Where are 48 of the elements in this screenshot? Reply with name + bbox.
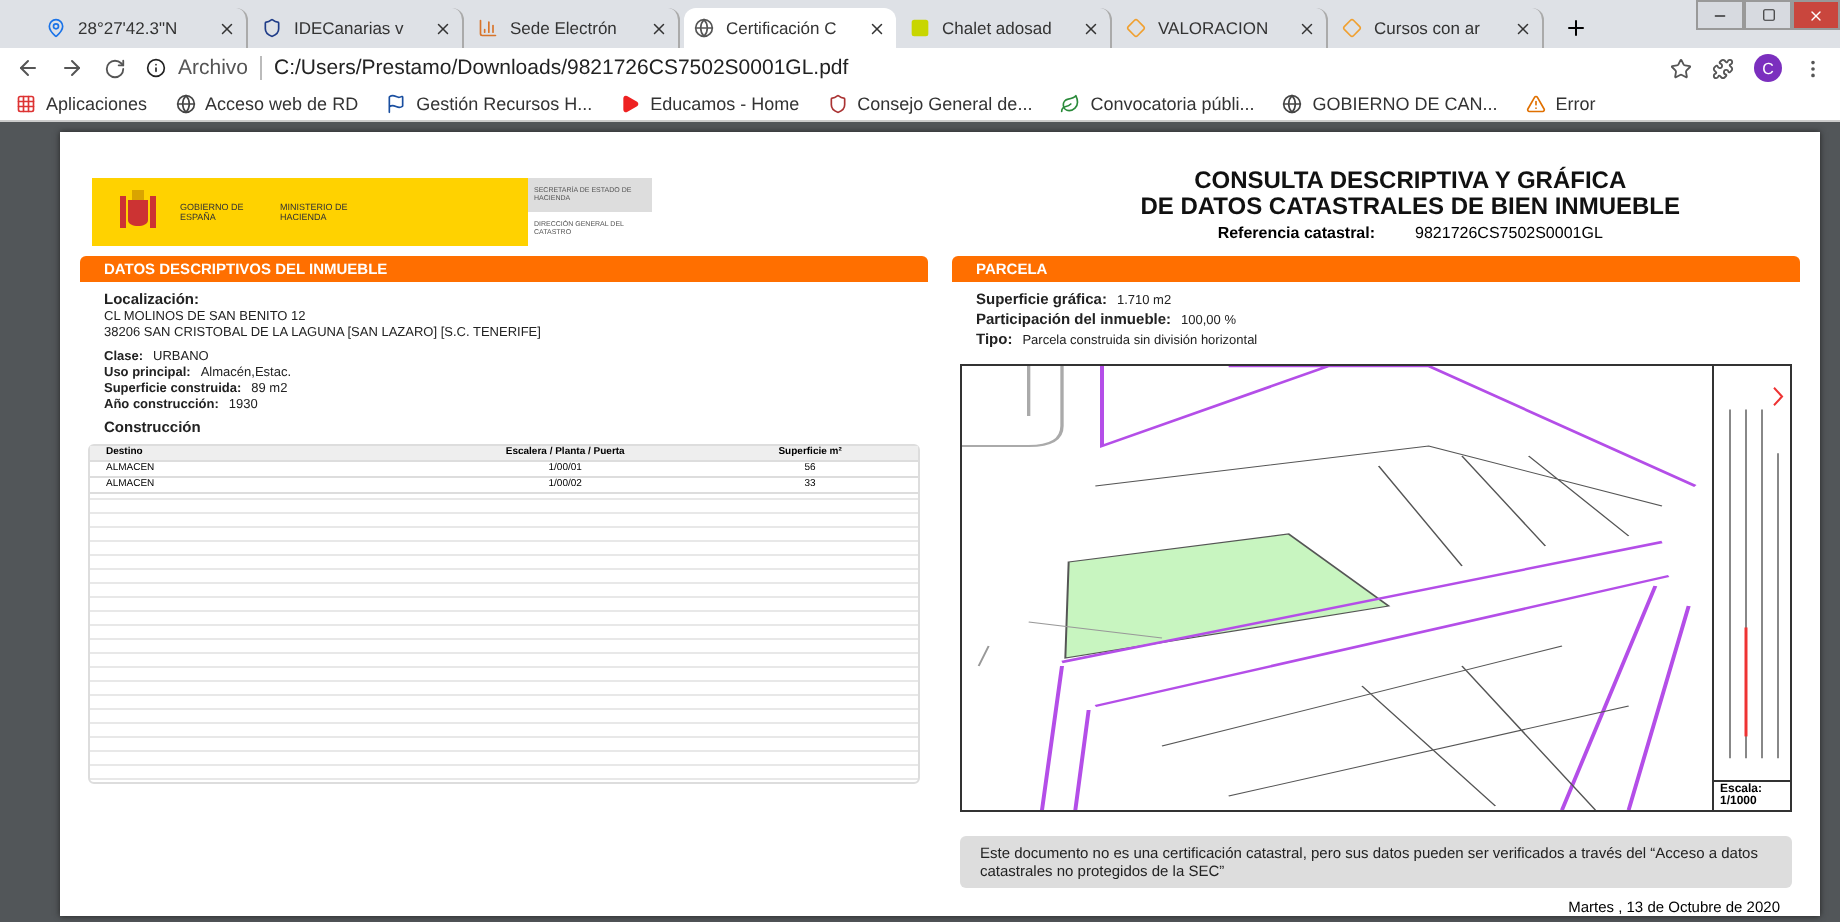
bookmark[interactable]: Error xyxy=(1525,94,1596,114)
document-title: CONSULTA DESCRIPTIVA Y GRÁFICA xyxy=(1194,168,1627,194)
star-icon[interactable] xyxy=(1670,57,1692,79)
profile-avatar[interactable]: C xyxy=(1754,54,1782,82)
bookmark[interactable]: Aplicaciones xyxy=(16,94,148,114)
close-icon[interactable] xyxy=(1514,19,1532,37)
diamond-icon xyxy=(1342,18,1362,38)
close-icon[interactable] xyxy=(650,19,668,37)
square-icon xyxy=(910,18,930,38)
bookmark[interactable]: Educamos - Home xyxy=(620,94,800,114)
chart-icon xyxy=(478,18,498,38)
diamond-icon xyxy=(1126,18,1146,38)
leaf-icon xyxy=(1060,94,1081,114)
bookmark[interactable]: Consejo General de... xyxy=(827,94,1033,114)
scheme-label: Archivo xyxy=(178,56,263,80)
globe-icon xyxy=(694,18,714,38)
warning-icon xyxy=(1525,94,1546,114)
forward-icon[interactable] xyxy=(60,56,84,80)
apps-icon xyxy=(16,94,36,114)
shield-icon xyxy=(827,94,848,114)
address-field[interactable]: C:/Users/Prestamo/Downloads/9821726CS7502S0001GL.pdf xyxy=(274,56,849,80)
close-icon[interactable] xyxy=(868,19,886,37)
maximize-icon xyxy=(1761,8,1775,22)
shield-icon xyxy=(262,18,282,38)
extensions-icon[interactable] xyxy=(1712,57,1734,79)
flag-icon xyxy=(386,94,407,114)
maximize-button[interactable] xyxy=(1744,0,1792,30)
close-icon[interactable] xyxy=(1298,19,1316,37)
browser-tab[interactable]: Certificación C xyxy=(684,8,896,48)
reference-label: Referencia catastral: xyxy=(1217,224,1376,242)
close-icon[interactable] xyxy=(1082,19,1100,37)
close-icon xyxy=(1808,7,1824,23)
bookmark[interactable]: GOBIERNO DE CAN... xyxy=(1282,94,1498,114)
document-title: DE DATOS CATASTRALES DE BIEN INMUEBLE xyxy=(1140,194,1680,220)
new-tab-icon[interactable] xyxy=(1564,16,1588,40)
reference-value: 9821726CS7502S0001GL xyxy=(1415,224,1603,242)
reload-icon[interactable] xyxy=(104,57,126,79)
bookmark[interactable]: Gestión Recursos H... xyxy=(386,94,593,114)
bookmark[interactable]: Convocatoria públi... xyxy=(1060,94,1255,114)
globe-icon xyxy=(175,94,196,114)
back-icon[interactable] xyxy=(16,56,40,80)
close-icon[interactable] xyxy=(218,19,236,37)
map-pin-icon xyxy=(46,18,66,38)
bookmark[interactable]: Acceso web de RD xyxy=(175,94,359,114)
close-icon[interactable] xyxy=(434,19,452,37)
play-icon xyxy=(620,94,641,114)
globe-icon xyxy=(1282,94,1303,114)
info-icon[interactable] xyxy=(146,58,166,78)
